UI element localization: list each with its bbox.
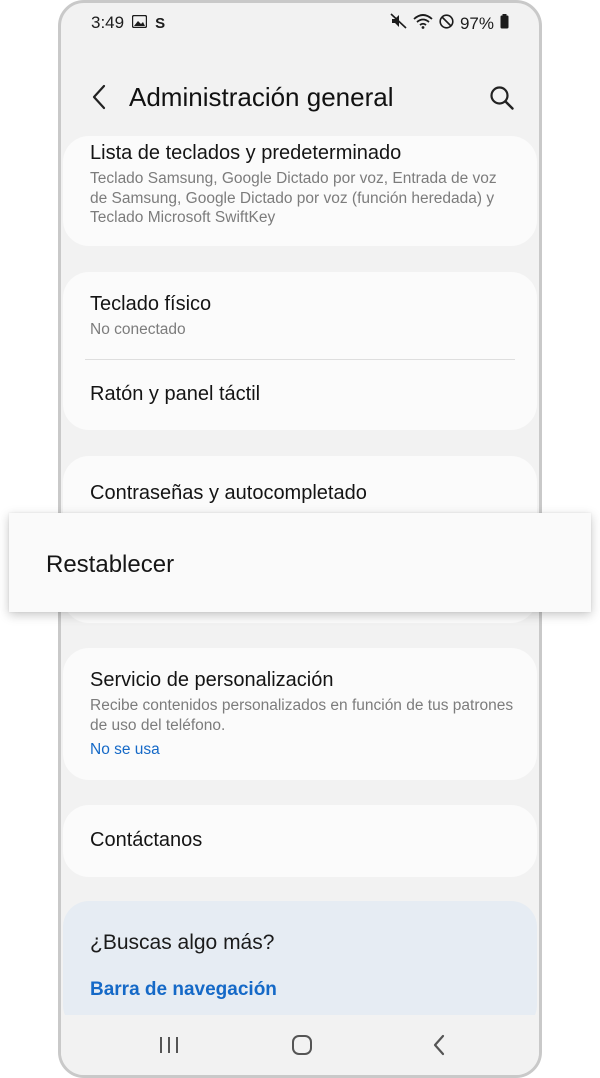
chevron-left-icon: [92, 84, 106, 110]
keyboards-card: Lista de teclados y predeterminado Tecla…: [63, 136, 537, 246]
status-time: 3:49: [91, 13, 125, 32]
recents-button[interactable]: [149, 1027, 189, 1063]
home-button[interactable]: [282, 1027, 322, 1063]
item-title: Teclado físico: [90, 293, 212, 315]
do-not-disturb-icon: [439, 13, 454, 34]
recent-apps-icon: [160, 1037, 178, 1053]
battery-level: 97%: [459, 13, 494, 33]
item-subtitle: No conectado: [90, 321, 186, 338]
navigation-bar: [61, 1015, 539, 1075]
item-title: Contáctanos: [90, 829, 203, 851]
item-title: Servicio de personalización: [90, 669, 334, 691]
search-button[interactable]: [485, 81, 519, 115]
nav-back-button[interactable]: [419, 1027, 459, 1063]
back-arrow-icon: [433, 1034, 445, 1056]
item-title: Contraseñas y autocompletado: [90, 482, 367, 504]
contact-us-item[interactable]: Contáctanos: [90, 829, 517, 852]
mouse-touchpad-item[interactable]: Ratón y panel táctil: [90, 383, 517, 406]
contact-card: Contáctanos: [63, 805, 537, 877]
page-title: Administración general: [129, 82, 394, 112]
samsung-notification-icon: S: [155, 14, 166, 32]
wifi-icon: [413, 13, 433, 34]
reset-label: Restablecer: [46, 551, 175, 578]
divider: [85, 359, 515, 360]
suggestion-title: ¿Buscas algo más?: [90, 931, 275, 954]
item-subtitle: Recibe contenidos personalizados en func…: [90, 697, 514, 734]
app-bar: Administración general: [61, 73, 539, 123]
battery-icon: [500, 13, 509, 34]
mute-icon: [390, 13, 407, 34]
passwords-autofill-item[interactable]: Contraseñas y autocompletado: [90, 482, 517, 505]
item-title: Ratón y panel táctil: [90, 383, 261, 405]
search-icon: [490, 86, 514, 110]
input-devices-card: Teclado físico No conectado Ratón y pane…: [63, 272, 537, 430]
personalization-card: Servicio de personalización Recibe conte…: [63, 648, 537, 780]
reset-item-highlight[interactable]: Restablecer: [9, 513, 591, 612]
status-bar: 3:49 S 97%: [61, 3, 539, 43]
navigation-bar-link[interactable]: Barra de navegación: [90, 979, 277, 1001]
back-button[interactable]: [83, 81, 115, 113]
personalization-service-item[interactable]: Servicio de personalización Recibe conte…: [90, 669, 517, 759]
physical-keyboard-item[interactable]: Teclado físico No conectado: [90, 293, 517, 340]
keyboards-list-item[interactable]: Lista de teclados y predeterminado Tecla…: [90, 142, 517, 228]
home-icon: [292, 1035, 312, 1055]
item-status: No se usa: [90, 741, 160, 758]
item-subtitle: Teclado Samsung, Google Dictado por voz,…: [90, 170, 497, 226]
item-title: Lista de teclados y predeterminado: [90, 142, 402, 164]
gallery-notification-icon: [131, 13, 148, 33]
suggestion-card: ¿Buscas algo más? Barra de navegación: [63, 901, 537, 1031]
